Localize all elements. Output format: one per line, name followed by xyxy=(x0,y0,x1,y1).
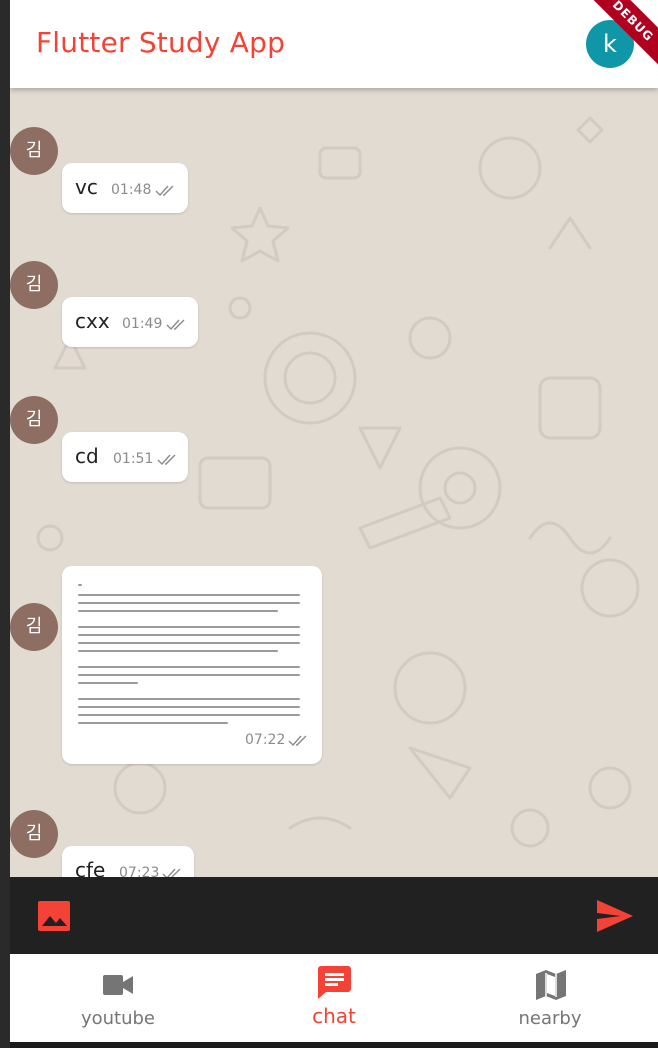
app-window: Flutter Study App k DEBUG 김 vc 01:48 김 c… xyxy=(10,0,658,1048)
double-check-icon xyxy=(157,454,176,466)
message-bubble[interactable]: cfe 07:23 xyxy=(62,846,194,877)
message-time: 07:22 xyxy=(245,732,286,748)
message-time: 07:23 xyxy=(119,865,160,877)
sender-avatar[interactable]: 김 xyxy=(10,810,58,858)
image-message-bubble[interactable]: 07:22 xyxy=(62,566,322,764)
double-check-icon xyxy=(166,319,185,331)
nav-label: nearby xyxy=(518,1008,582,1029)
debug-banner: DEBUG xyxy=(588,0,658,70)
message-input-bar xyxy=(10,877,658,954)
map-icon xyxy=(536,970,566,1000)
message-bubble[interactable]: cd 01:51 xyxy=(62,432,188,482)
message-text: cxx xyxy=(75,309,110,333)
double-check-icon xyxy=(288,735,307,747)
window-edge-bottom xyxy=(10,1042,658,1048)
message-time: 01:51 xyxy=(113,451,154,467)
bottom-navigation: youtube chat nearby xyxy=(10,954,658,1042)
document-image[interactable] xyxy=(76,580,310,730)
nav-item-nearby[interactable]: nearby xyxy=(442,954,658,1042)
message-time: 01:49 xyxy=(122,316,163,332)
message-text: cfe xyxy=(75,858,106,877)
app-bar: Flutter Study App k DEBUG xyxy=(10,0,658,88)
debug-banner-label: DEBUG xyxy=(588,0,658,70)
message-bubble[interactable]: cxx 01:49 xyxy=(62,297,198,347)
sender-avatar[interactable]: 김 xyxy=(10,603,58,651)
double-check-icon xyxy=(162,868,181,877)
nav-label: youtube xyxy=(80,1008,156,1029)
sender-avatar[interactable]: 김 xyxy=(10,127,58,175)
message-bubble[interactable]: vc 01:48 xyxy=(62,163,188,213)
chat-icon xyxy=(318,966,351,999)
chat-message-list[interactable]: 김 vc 01:48 김 cxx 01:49 김 cd 01:51 김 07:2… xyxy=(10,88,658,877)
videocam-icon xyxy=(103,975,133,995)
double-check-icon xyxy=(155,185,174,197)
sender-avatar[interactable]: 김 xyxy=(10,261,58,309)
nav-label: chat xyxy=(312,1004,356,1028)
nav-item-youtube[interactable]: youtube xyxy=(10,954,226,1042)
nav-item-chat[interactable]: chat xyxy=(226,954,442,1042)
message-text: cd xyxy=(75,444,99,468)
image-icon[interactable] xyxy=(38,901,70,931)
send-icon[interactable] xyxy=(597,900,633,932)
message-text: vc xyxy=(75,175,98,199)
sender-avatar[interactable]: 김 xyxy=(10,396,58,444)
message-time: 01:48 xyxy=(111,182,152,198)
app-title: Flutter Study App xyxy=(36,26,286,59)
window-edge xyxy=(0,0,10,1048)
